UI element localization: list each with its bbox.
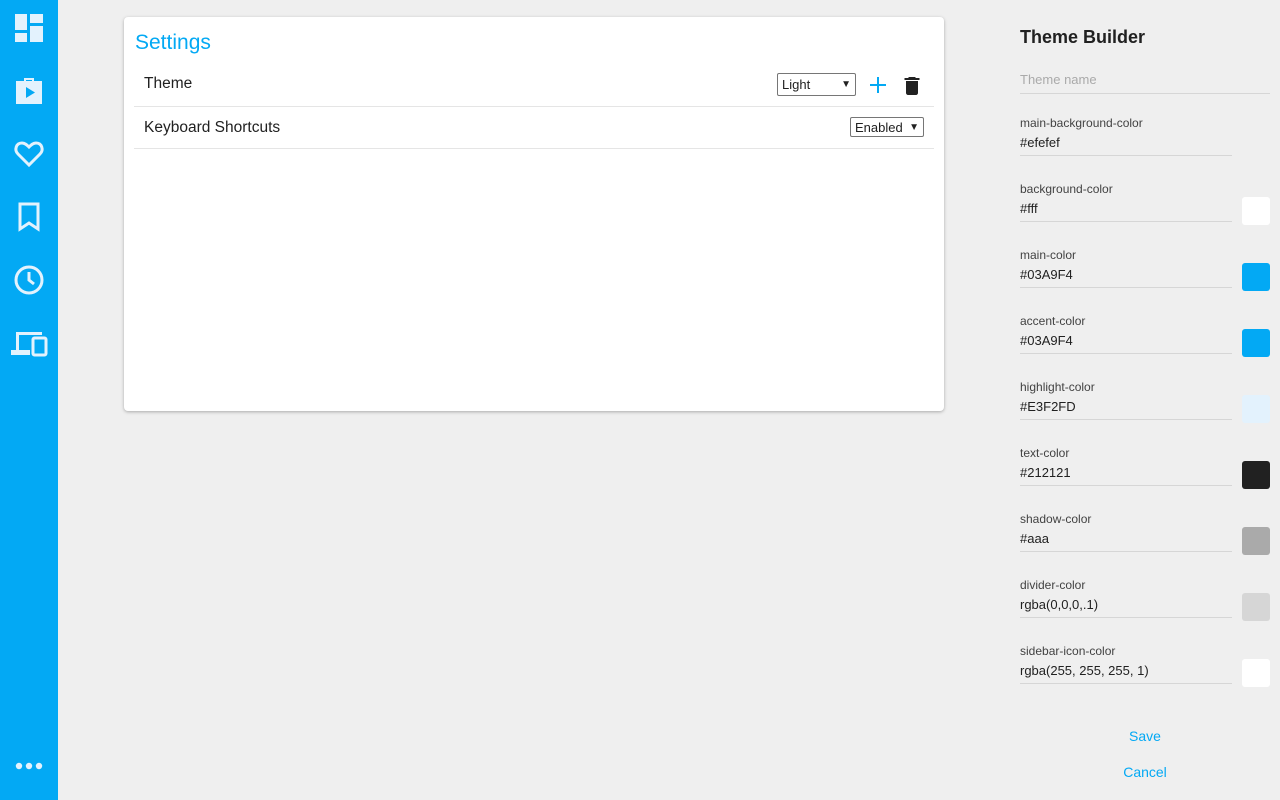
field-label: main-background-color (1020, 116, 1143, 130)
color-swatch[interactable] (1242, 197, 1270, 225)
sidebar-icon-color-field: sidebar-icon-color (1020, 644, 1270, 694)
heart-icon[interactable] (9, 134, 49, 174)
field-label: divider-color (1020, 578, 1086, 592)
theme-select-value: Light (782, 77, 811, 92)
color-swatch[interactable] (1242, 593, 1270, 621)
text-color-input[interactable] (1020, 460, 1232, 486)
keyboard-shortcuts-select[interactable]: Enabled ▼ (850, 117, 924, 137)
theme-builder-title: Theme Builder (1020, 27, 1146, 47)
shadow-color-field: shadow-color (1020, 512, 1270, 562)
shadow-color-input[interactable] (1020, 526, 1232, 552)
color-swatch[interactable] (1242, 395, 1270, 423)
background-color-input[interactable] (1020, 196, 1232, 222)
keyboard-shortcuts-row: Keyboard Shortcuts Enabled ▼ (134, 107, 934, 149)
save-button[interactable]: Save (1020, 728, 1270, 744)
theme-builder-panel: Theme Builder main-background-color back… (1020, 0, 1270, 800)
field-label: accent-color (1020, 314, 1086, 328)
sidebar-icon-color-input[interactable] (1020, 658, 1232, 684)
theme-row: Theme Light ▼ (134, 62, 934, 107)
dashboard-icon[interactable] (9, 8, 49, 48)
keyboard-shortcuts-select-value: Enabled (855, 120, 903, 135)
divider-color-field: divider-color (1020, 578, 1270, 628)
chevron-down-icon: ▼ (841, 79, 851, 90)
chevron-down-icon: ▼ (909, 122, 919, 133)
more-icon[interactable] (9, 746, 49, 786)
settings-card: Settings Theme Light ▼ Keyboard Shortcut… (124, 17, 944, 411)
devices-icon[interactable] (9, 323, 49, 363)
main-color-input[interactable] (1020, 262, 1232, 288)
text-color-field: text-color (1020, 446, 1270, 496)
plus-icon (870, 77, 886, 93)
main-background-color-input[interactable] (1020, 130, 1232, 156)
color-swatch[interactable] (1242, 527, 1270, 555)
field-label: sidebar-icon-color (1020, 644, 1116, 658)
accent-color-field: accent-color (1020, 314, 1270, 364)
bookmark-icon[interactable] (9, 197, 49, 237)
play-store-icon[interactable] (9, 71, 49, 111)
color-swatch[interactable] (1242, 659, 1270, 687)
trash-icon (904, 76, 920, 95)
sidebar (0, 0, 58, 800)
settings-title: Settings (135, 31, 211, 54)
field-label: highlight-color (1020, 380, 1095, 394)
field-label: background-color (1020, 182, 1113, 196)
divider-color-input[interactable] (1020, 592, 1232, 618)
field-label: shadow-color (1020, 512, 1092, 526)
theme-label: Theme (144, 75, 193, 92)
cancel-button[interactable]: Cancel (1020, 764, 1270, 780)
theme-select[interactable]: Light ▼ (777, 73, 856, 96)
main-background-color-field: main-background-color (1020, 116, 1270, 166)
accent-color-input[interactable] (1020, 328, 1232, 354)
color-swatch[interactable] (1242, 461, 1270, 489)
background-color-field: background-color (1020, 182, 1270, 232)
theme-name-input[interactable] (1020, 66, 1270, 94)
clock-icon[interactable] (9, 260, 49, 300)
main-color-field: main-color (1020, 248, 1270, 298)
keyboard-shortcuts-label: Keyboard Shortcuts (144, 119, 281, 136)
field-label: text-color (1020, 446, 1070, 460)
color-swatch[interactable] (1242, 329, 1270, 357)
delete-theme-button[interactable] (901, 74, 923, 96)
field-label: main-color (1020, 248, 1077, 262)
highlight-color-input[interactable] (1020, 394, 1232, 420)
highlight-color-field: highlight-color (1020, 380, 1270, 430)
color-swatch[interactable] (1242, 263, 1270, 291)
add-theme-button[interactable] (867, 74, 889, 96)
